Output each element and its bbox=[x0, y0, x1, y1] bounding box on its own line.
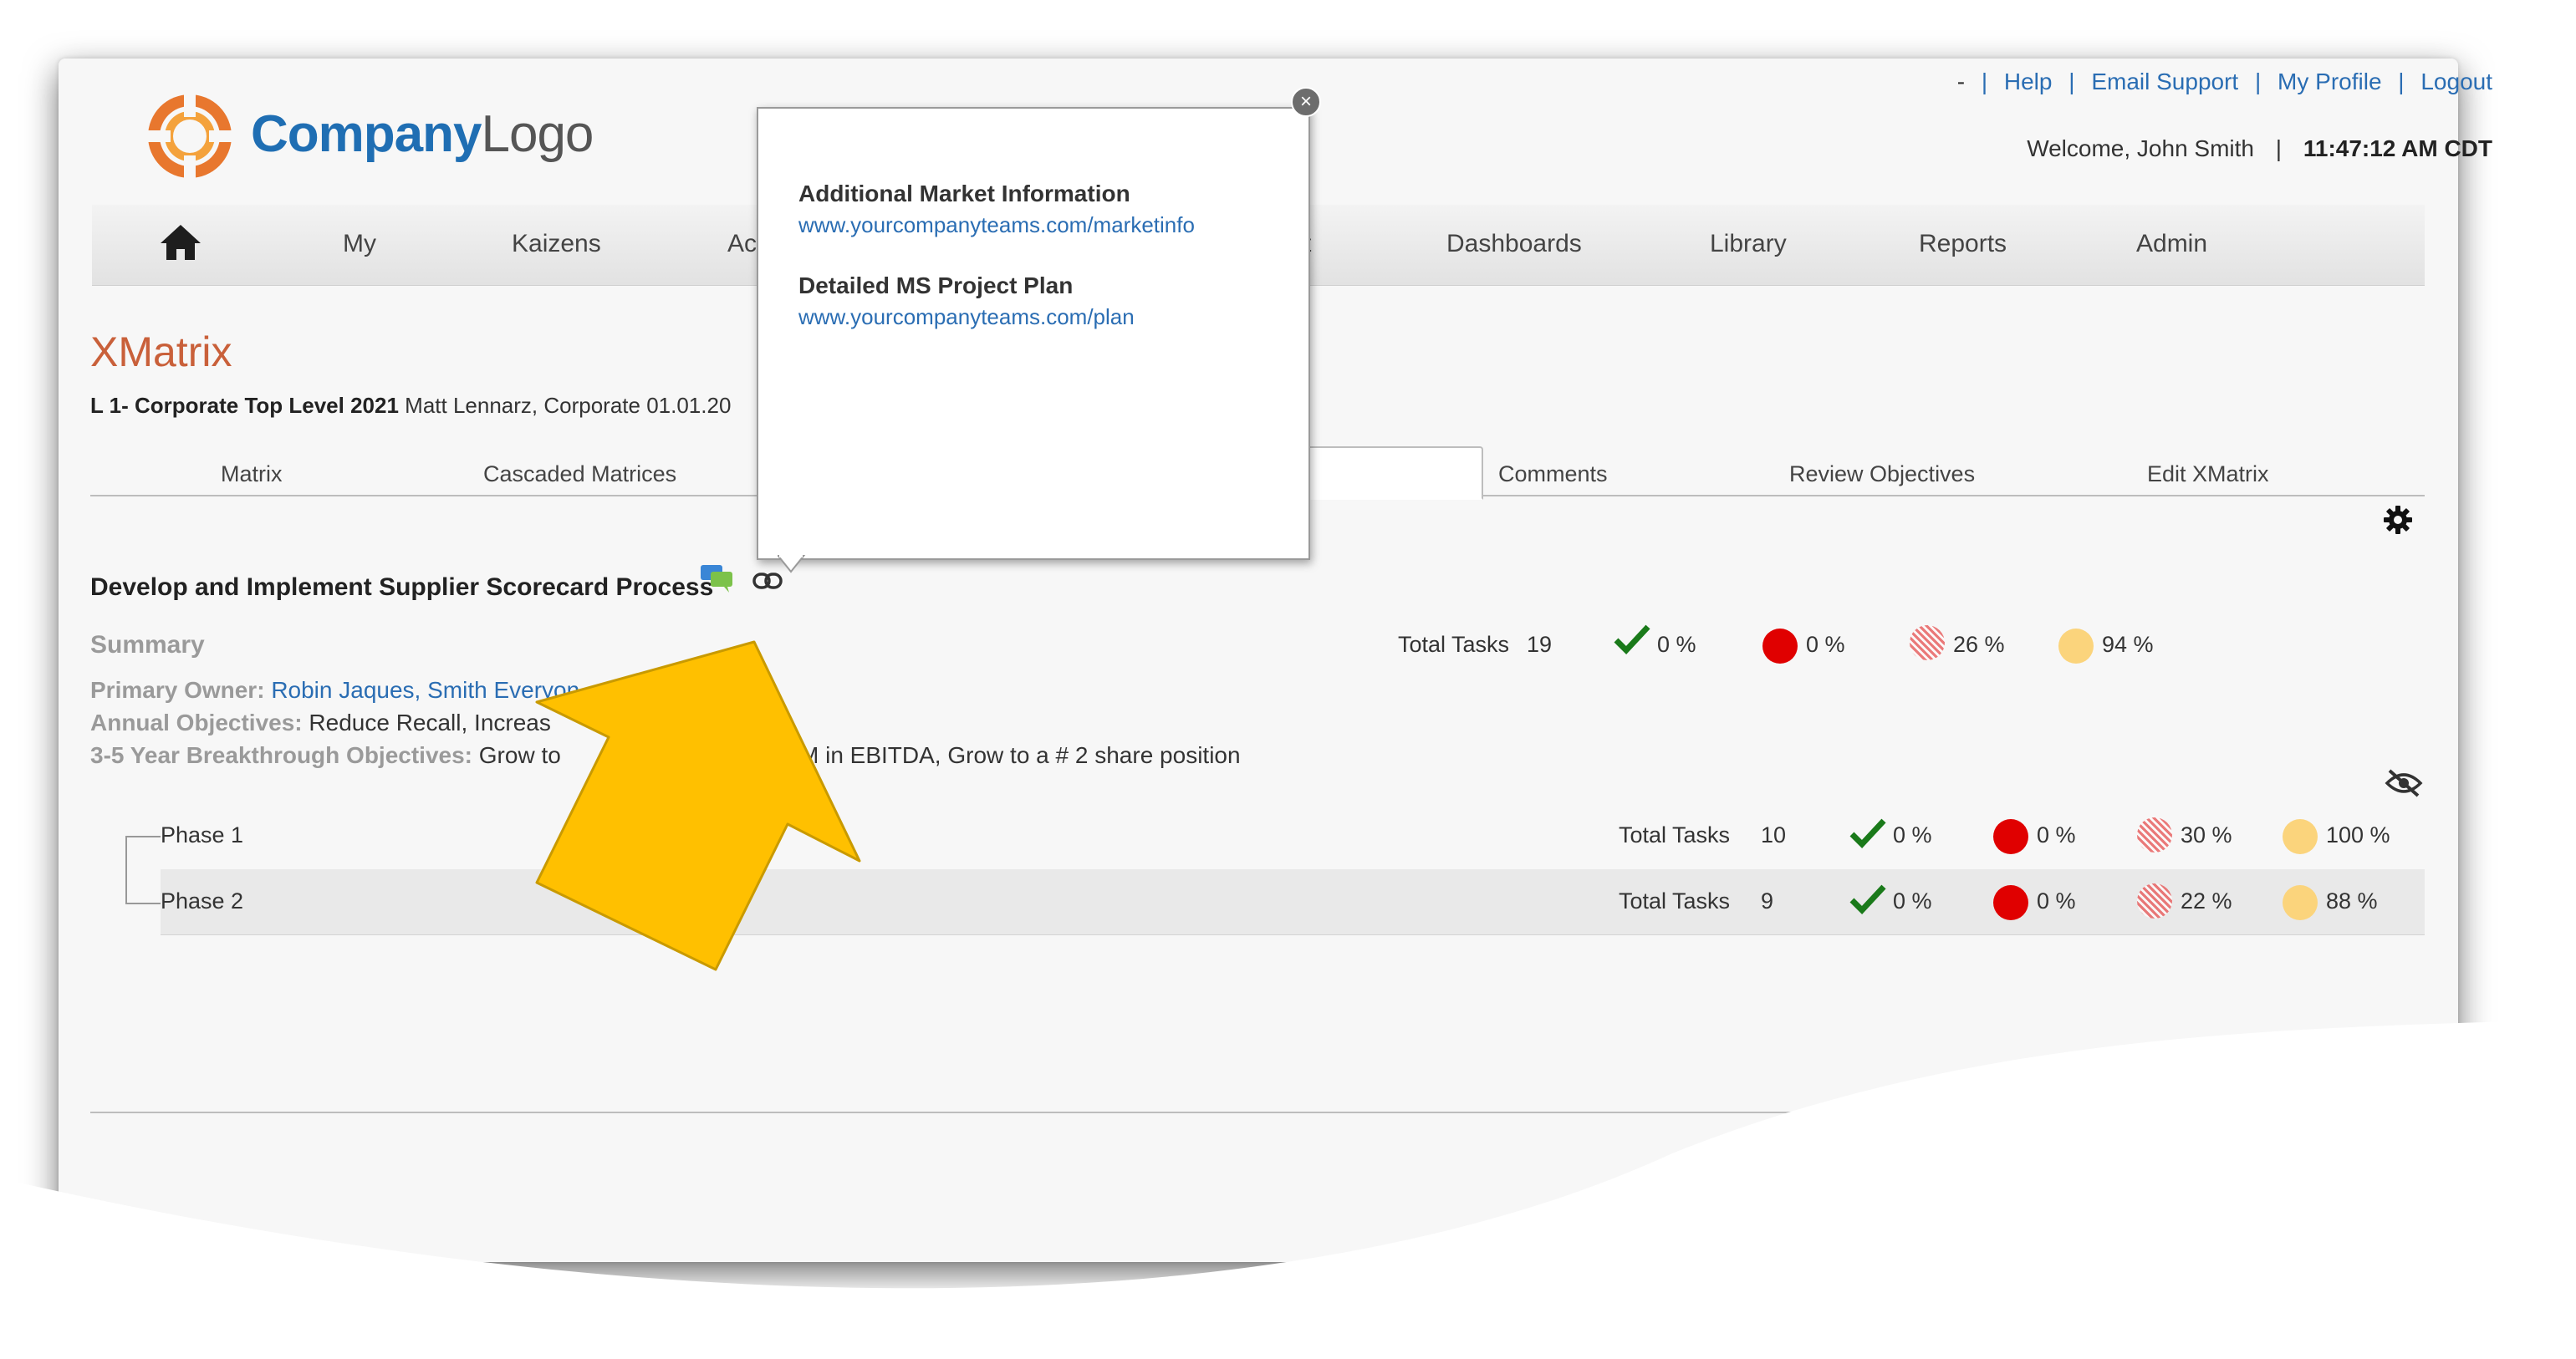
yellow-pct: 94 % bbox=[2102, 632, 2154, 657]
nav-library[interactable]: Library bbox=[1710, 230, 1787, 258]
annual-objectives-label: Annual Objectives: bbox=[90, 710, 303, 735]
logo-light: Logo bbox=[481, 105, 594, 163]
phase-1-yellow: 100 % bbox=[2326, 822, 2390, 847]
phase-tree-lines bbox=[125, 836, 161, 904]
primary-owner-line: Primary Owner: Robin Jaques, Smith Every… bbox=[90, 677, 579, 704]
phase-2-total: 9 bbox=[1761, 888, 1774, 914]
phase-2-red: 0 % bbox=[2037, 888, 2076, 914]
phase-1-complete: 0 % bbox=[1893, 822, 1932, 847]
clock-time: 11:47:12 AM CDT bbox=[2303, 135, 2492, 161]
popup-close-button[interactable]: × bbox=[1291, 87, 1321, 117]
links-popup: Additional Market Information www.yourco… bbox=[757, 107, 1310, 560]
home-icon[interactable] bbox=[159, 223, 202, 262]
phase-1-hatched: 30 % bbox=[2181, 822, 2232, 847]
callout-arrow-icon bbox=[535, 640, 861, 971]
popup-item-1-link[interactable]: www.yourcompanyteams.com/marketinfo bbox=[798, 212, 1195, 238]
tab-edit-xmatrix[interactable]: Edit XMatrix bbox=[2147, 461, 2269, 487]
company-logo-icon[interactable] bbox=[144, 90, 236, 182]
popup-tail bbox=[778, 555, 806, 573]
annual-objectives-value: Reduce Recall, Increas bbox=[309, 710, 551, 735]
annual-objectives-line: Annual Objectives: Reduce Recall, Increa… bbox=[90, 710, 551, 736]
logout-link[interactable]: Logout bbox=[2420, 69, 2492, 94]
help-link[interactable]: Help bbox=[2004, 69, 2053, 94]
red-status-icon bbox=[1993, 819, 2028, 854]
tab-matrix[interactable]: Matrix bbox=[221, 461, 283, 487]
hatched-status-icon bbox=[1910, 625, 1945, 660]
phase-2-label[interactable]: Phase 2 bbox=[161, 888, 243, 914]
yellow-status-icon bbox=[2283, 885, 2318, 920]
red-status-icon bbox=[1993, 885, 2028, 920]
email-support-link[interactable]: Email Support bbox=[2091, 69, 2238, 94]
check-icon bbox=[1849, 884, 1886, 915]
phase-2-yellow: 88 % bbox=[2326, 888, 2378, 914]
total-tasks-count: 19 bbox=[1527, 632, 1553, 657]
check-icon bbox=[1614, 624, 1650, 655]
red-status-icon bbox=[1762, 629, 1798, 664]
phase-1-total-label: Total Tasks bbox=[1619, 822, 1731, 847]
hatched-status-icon bbox=[2137, 817, 2172, 853]
phase-2-total-label: Total Tasks bbox=[1619, 888, 1731, 914]
breakthrough-objectives-line: 3-5 Year Breakthrough Objectives: Grow t… bbox=[90, 742, 561, 769]
page-title: XMatrix bbox=[90, 328, 232, 375]
my-profile-link[interactable]: My Profile bbox=[2278, 69, 2381, 94]
logo-bold: Company bbox=[251, 105, 482, 163]
primary-owner-label: Primary Owner: bbox=[90, 677, 265, 703]
yellow-status-icon bbox=[2058, 629, 2094, 664]
phase-1-red: 0 % bbox=[2037, 822, 2076, 847]
nav-action[interactable]: Ac bbox=[727, 230, 757, 258]
paper-wave-edge bbox=[0, 1020, 2576, 1359]
objective-title: Develop and Implement Supplier Scorecard… bbox=[90, 573, 714, 601]
check-icon bbox=[1849, 818, 1886, 849]
nav-admin[interactable]: Admin bbox=[2136, 230, 2207, 258]
page-subtitle: L 1- Corporate Top Level 2021 Matt Lenna… bbox=[90, 393, 731, 419]
phase-1-total: 10 bbox=[1761, 822, 1787, 847]
top-links: - | Help | Email Support | My Profile | … bbox=[1956, 69, 2492, 94]
matrix-name: L 1- Corporate Top Level 2021 bbox=[90, 393, 399, 418]
yellow-status-icon bbox=[2283, 819, 2318, 854]
summary-label: Summary bbox=[90, 631, 205, 659]
complete-pct: 0 % bbox=[1657, 632, 1696, 657]
total-tasks-label: Total Tasks bbox=[1398, 632, 1510, 657]
tab-review-objectives[interactable]: Review Objectives bbox=[1789, 461, 1975, 487]
link-icon[interactable] bbox=[752, 572, 783, 590]
popup-item-2-title: Detailed MS Project Plan bbox=[798, 272, 1074, 298]
nav-kaizens[interactable]: Kaizens bbox=[512, 230, 601, 258]
comments-icon[interactable] bbox=[699, 563, 734, 593]
top-link-dash: - bbox=[1956, 69, 1966, 94]
hatched-status-icon bbox=[2137, 883, 2172, 919]
phase-2-hatched: 22 % bbox=[2181, 888, 2232, 914]
phase-2-complete: 0 % bbox=[1893, 888, 1932, 914]
nav-dashboards[interactable]: Dashboards bbox=[1446, 230, 1582, 258]
phase-1-label[interactable]: Phase 1 bbox=[161, 822, 243, 848]
breakthrough-label: 3-5 Year Breakthrough Objectives: bbox=[90, 742, 472, 768]
matrix-meta: Matt Lennarz, Corporate 01.01.20 bbox=[405, 393, 732, 418]
hatched-pct: 26 % bbox=[1953, 632, 2005, 657]
popup-item-2-link[interactable]: www.yourcompanyteams.com/plan bbox=[798, 304, 1135, 330]
phase-row-highlight bbox=[161, 869, 2425, 935]
red-pct: 0 % bbox=[1806, 632, 1845, 657]
welcome-bar: Welcome, John Smith | 11:47:12 AM CDT bbox=[2027, 135, 2492, 161]
nav-my[interactable]: My bbox=[343, 230, 376, 258]
gear-icon[interactable] bbox=[2383, 505, 2413, 535]
company-logo-text[interactable]: CompanyLogo bbox=[251, 104, 594, 164]
tab-cascaded-matrices[interactable]: Cascaded Matrices bbox=[483, 461, 676, 487]
tab-comments[interactable]: Comments bbox=[1498, 461, 1608, 487]
welcome-text: Welcome, John Smith bbox=[2027, 135, 2254, 161]
hide-eye-icon[interactable] bbox=[2385, 769, 2423, 797]
nav-reports[interactable]: Reports bbox=[1919, 230, 2007, 258]
tab-active[interactable] bbox=[1294, 446, 1483, 500]
popup-item-1-title: Additional Market Information bbox=[798, 181, 1130, 206]
